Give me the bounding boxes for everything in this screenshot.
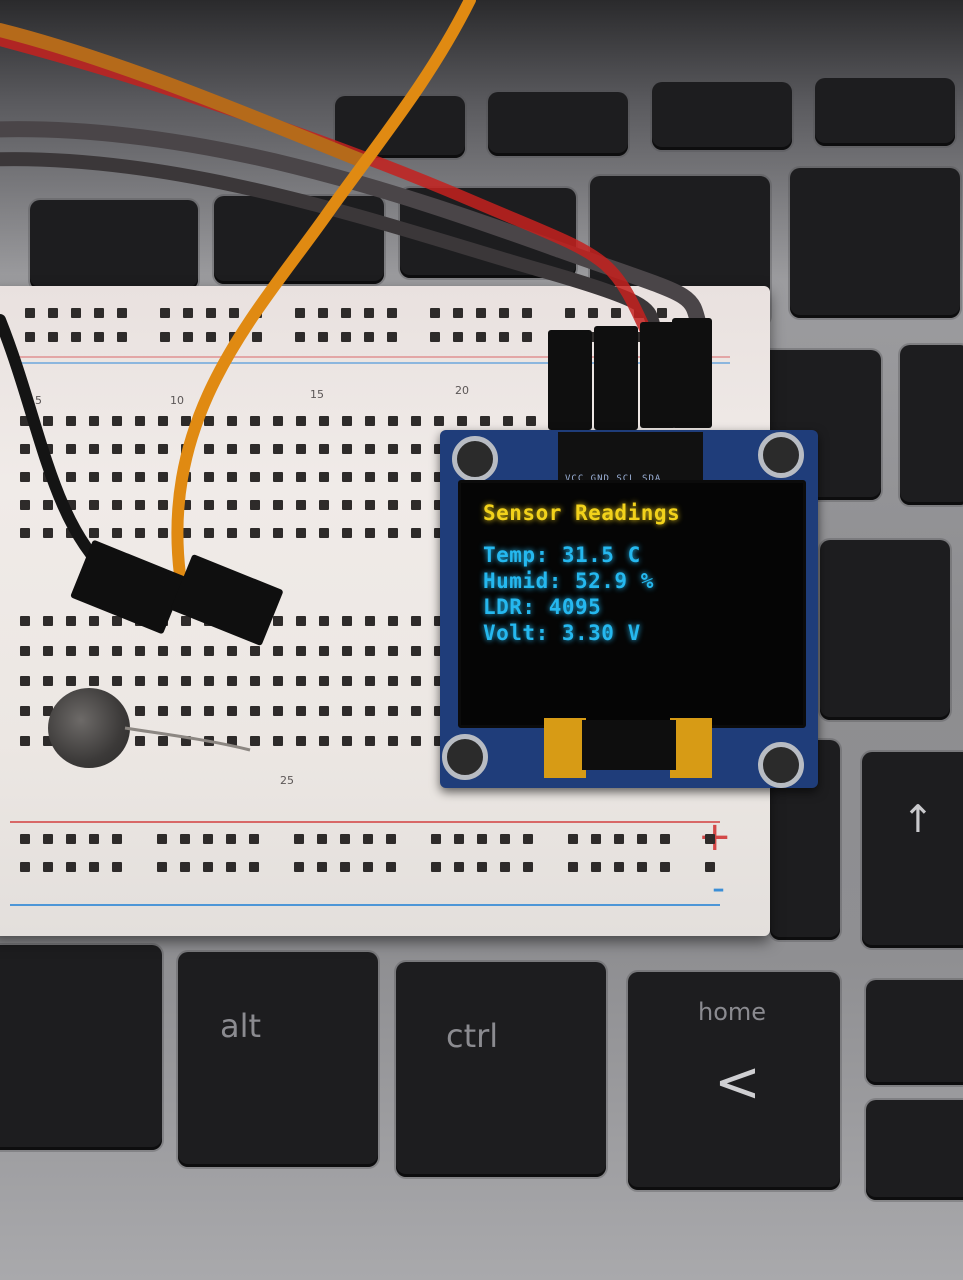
dupont-connector	[548, 330, 592, 430]
dupont-connector	[672, 318, 712, 428]
oled-screen: Sensor Readings Temp: 31.5 C Humid: 52.9…	[458, 480, 806, 728]
mount-hole	[758, 432, 804, 478]
humidity-reading: Humid: 52.9 %	[483, 569, 654, 593]
resistor-lead	[124, 726, 251, 752]
screen-title: Sensor Readings	[483, 501, 681, 525]
mount-hole	[452, 436, 498, 482]
flex-ribbon-center	[582, 720, 676, 770]
pin-header	[558, 432, 703, 480]
mount-hole	[758, 742, 804, 788]
dupont-connector	[640, 322, 676, 428]
oled-display-module: VCC GND SCL SDA Sensor Readings Temp: 31…	[440, 430, 818, 788]
black-wire	[0, 314, 116, 581]
ldr-reading: LDR: 4095	[483, 595, 602, 619]
dupont-connector	[594, 326, 638, 430]
flex-ribbon	[670, 718, 712, 778]
flex-ribbon	[544, 718, 586, 778]
red-wire	[0, 34, 656, 346]
temperature-reading: Temp: 31.5 C	[483, 543, 641, 567]
voltage-reading: Volt: 3.30 V	[483, 621, 641, 645]
mount-hole	[442, 734, 488, 780]
photo-scene: ↑ alt ctrl home < + - 5 10 15 20 25	[0, 0, 963, 1280]
orange-wire	[171, 0, 476, 581]
